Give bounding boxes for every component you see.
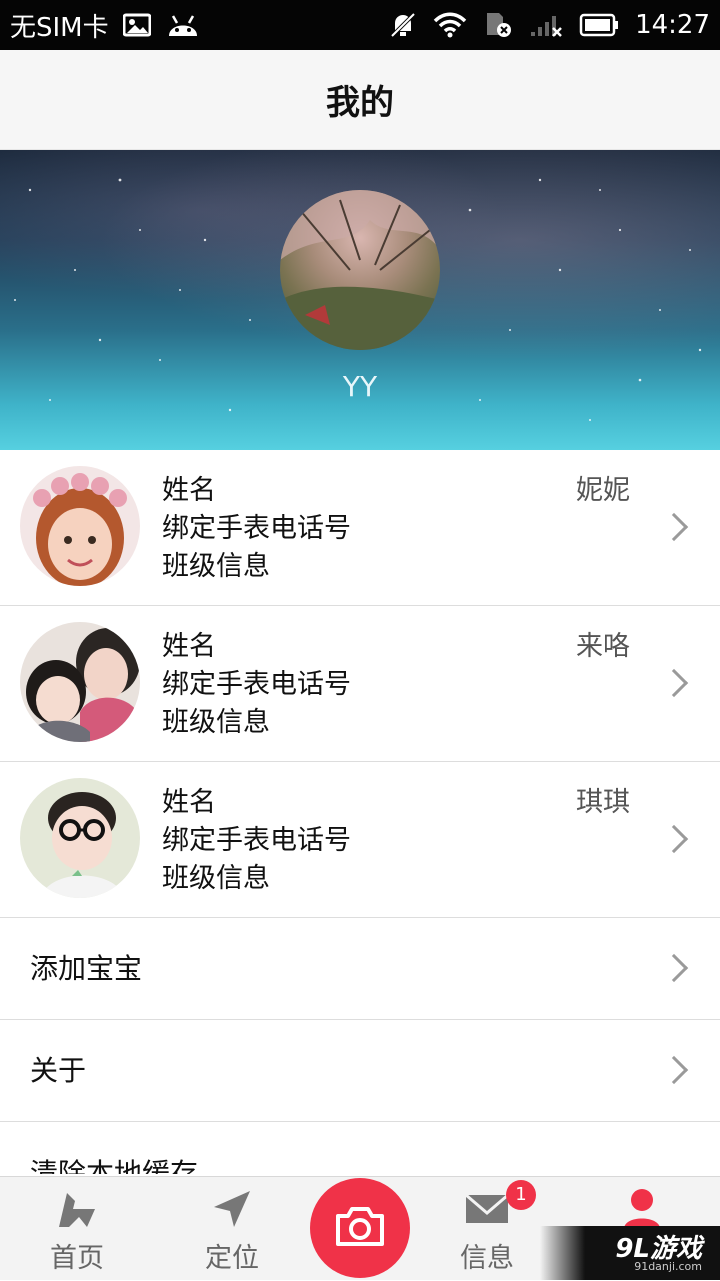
sim-error-icon xyxy=(483,11,513,39)
message-count-badge: 1 xyxy=(506,1180,536,1210)
nav-messages[interactable]: 信息 xyxy=(415,1177,559,1281)
wifi-icon xyxy=(433,12,467,38)
home-icon xyxy=(55,1187,99,1235)
camera-button[interactable] xyxy=(310,1178,410,1278)
child-name-label: 姓名 xyxy=(162,475,216,506)
mail-icon xyxy=(464,1187,510,1235)
nav-home-label: 首页 xyxy=(50,1243,104,1274)
child-avatar xyxy=(20,622,140,742)
clear-cache-label: 清除本地缓存 xyxy=(30,1157,199,1174)
child-name-label: 姓名 xyxy=(162,631,216,662)
child-item[interactable]: 姓名 绑定手表电话号 班级信息 妮妮 xyxy=(0,450,720,606)
image-icon xyxy=(122,13,151,37)
child-class-label: 班级信息 xyxy=(162,863,270,894)
child-name-value: 琪琪 xyxy=(576,787,630,818)
title-bar: 我的 xyxy=(0,50,720,150)
child-phone-label: 绑定手表电话号 xyxy=(162,669,351,700)
chevron-right-icon xyxy=(659,953,689,983)
signal-icon xyxy=(529,12,563,38)
nav-location[interactable]: 定位 xyxy=(160,1177,304,1281)
about-row[interactable]: 关于 xyxy=(0,1020,720,1122)
nav-home[interactable]: 首页 xyxy=(5,1177,149,1281)
child-avatar xyxy=(20,466,140,586)
child-item[interactable]: 姓名 绑定手表电话号 班级信息 琪琪 xyxy=(0,762,720,918)
child-avatar xyxy=(20,778,140,898)
about-label: 关于 xyxy=(30,1054,87,1087)
child-item[interactable]: 姓名 绑定手表电话号 班级信息 来咯 xyxy=(0,606,720,762)
mute-icon xyxy=(389,11,417,39)
page-title: 我的 xyxy=(326,83,394,123)
watermark-logo: 9L游戏 91danji.com xyxy=(540,1226,720,1280)
user-avatar[interactable] xyxy=(280,190,440,350)
child-name-value: 来咯 xyxy=(576,631,630,662)
child-phone-label: 绑定手表电话号 xyxy=(162,825,351,856)
status-bar: 无SIM卡 14:27 xyxy=(0,0,720,50)
chevron-right-icon xyxy=(659,824,689,854)
settings-list: 姓名 绑定手表电话号 班级信息 妮妮 姓名 绑定手表电话号 班级信息 来咯 姓名… xyxy=(0,450,720,1174)
add-baby-label: 添加宝宝 xyxy=(30,952,143,985)
clock: 14:27 xyxy=(635,10,710,40)
location-arrow-icon xyxy=(210,1187,254,1235)
watermark-sub: 91danji.com xyxy=(634,1260,702,1273)
child-name-label: 姓名 xyxy=(162,787,216,818)
child-phone-label: 绑定手表电话号 xyxy=(162,513,351,544)
profile-header: YY xyxy=(0,150,720,450)
chevron-right-icon xyxy=(659,668,689,698)
clear-cache-row[interactable]: 清除本地缓存 xyxy=(0,1122,720,1174)
child-class-label: 班级信息 xyxy=(162,551,270,582)
android-icon xyxy=(165,12,201,38)
carrier-text: 无SIM卡 xyxy=(10,12,109,43)
chevron-right-icon xyxy=(659,1055,689,1085)
child-name-value: 妮妮 xyxy=(576,475,630,506)
child-class-label: 班级信息 xyxy=(162,707,270,738)
chevron-right-icon xyxy=(659,512,689,542)
battery-icon xyxy=(579,13,619,37)
user-name: YY xyxy=(342,370,378,403)
nav-messages-label: 信息 xyxy=(460,1243,514,1274)
camera-icon xyxy=(334,1204,386,1252)
nav-location-label: 定位 xyxy=(205,1243,259,1274)
add-baby-row[interactable]: 添加宝宝 xyxy=(0,918,720,1020)
